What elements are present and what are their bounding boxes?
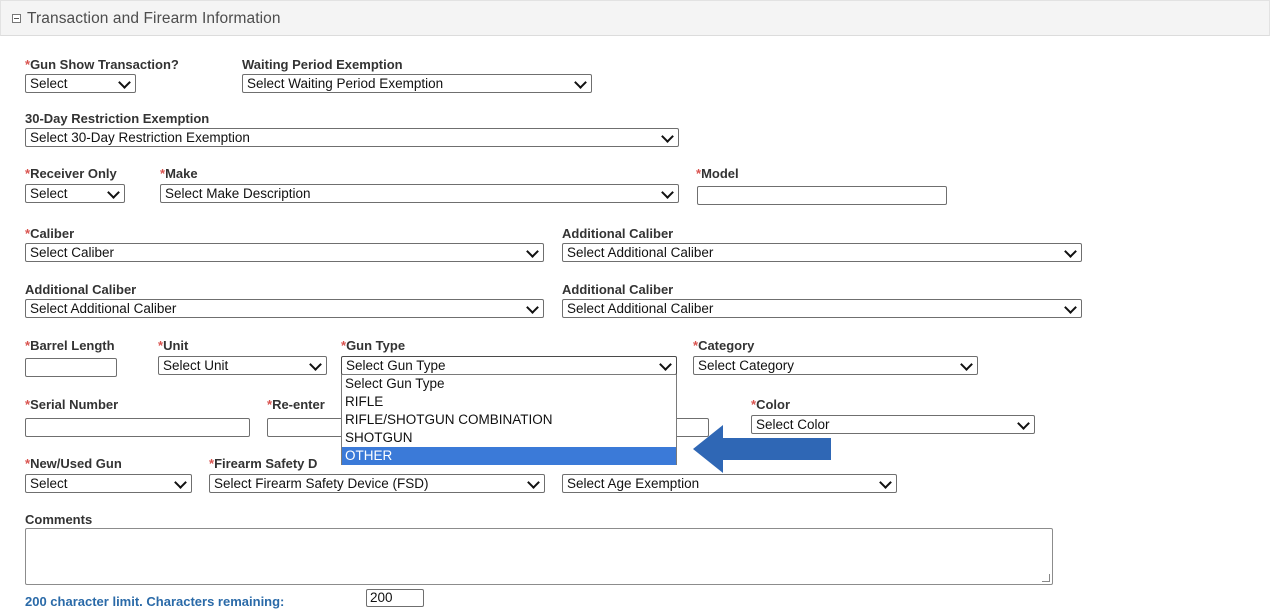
color-label: *Color: [751, 397, 791, 412]
waiting-period-select[interactable]: Select Waiting Period Exemption: [242, 74, 592, 93]
chevron-down-icon: [526, 245, 539, 258]
additional-caliber-2-select[interactable]: Select Additional Caliber: [25, 299, 544, 318]
fsd-select[interactable]: Select Firearm Safety Device (FSD): [209, 474, 545, 493]
gun-type-label: *Gun Type: [341, 338, 406, 353]
category-select[interactable]: Select Category: [693, 356, 978, 375]
chevron-down-icon: [526, 301, 539, 314]
chevron-down-icon: [661, 130, 674, 143]
model-input[interactable]: [697, 186, 947, 205]
barrel-length-input[interactable]: [25, 358, 117, 377]
resize-grip-icon[interactable]: [1042, 574, 1050, 582]
receiver-only-select[interactable]: Select: [25, 184, 125, 203]
additional-caliber-1-select[interactable]: Select Additional Caliber: [562, 243, 1082, 262]
serial-number-label: *Serial Number: [25, 397, 119, 412]
chevron-down-icon: [661, 186, 674, 199]
reenter-serial-label: *Re-enter: [267, 397, 325, 412]
gun-show-select[interactable]: Select: [25, 74, 136, 93]
arrow-left-icon: [693, 425, 831, 473]
caliber-label: *Caliber: [25, 226, 75, 241]
additional-caliber-3-select[interactable]: Select Additional Caliber: [562, 299, 1082, 318]
collapse-icon[interactable]: [12, 14, 21, 23]
chevron-down-icon: [960, 358, 973, 371]
gun-type-option[interactable]: RIFLE/SHOTGUN COMBINATION: [342, 411, 676, 429]
chevron-down-icon: [527, 476, 540, 489]
gun-show-label: *Gun Show Transaction?: [25, 57, 179, 72]
new-used-select[interactable]: Select: [25, 474, 192, 493]
unit-select[interactable]: Select Unit: [158, 356, 327, 375]
chevron-down-icon: [879, 476, 892, 489]
gun-type-option[interactable]: Select Gun Type: [342, 375, 676, 393]
restriction-30day-select[interactable]: Select 30-Day Restriction Exemption: [25, 128, 679, 147]
gun-type-select[interactable]: Select Gun Type: [341, 356, 677, 375]
gun-type-option[interactable]: SHOTGUN: [342, 429, 676, 447]
fsd-label: *Firearm Safety D: [209, 456, 318, 471]
receiver-only-label: *Receiver Only: [25, 166, 117, 181]
chevron-down-icon: [1064, 301, 1077, 314]
additional-caliber-3-label: Additional Caliber: [562, 282, 674, 297]
comments-textarea[interactable]: [25, 528, 1053, 585]
chevron-down-icon: [1064, 245, 1077, 258]
chevron-down-icon: [118, 76, 131, 89]
category-label: *Category: [693, 338, 755, 353]
chevron-down-icon: [1017, 417, 1030, 430]
comments-label: Comments: [25, 512, 93, 527]
model-label: *Model: [696, 166, 739, 181]
chevron-down-icon: [107, 186, 120, 199]
additional-caliber-2-label: Additional Caliber: [25, 282, 137, 297]
gun-type-dropdown-list: Select Gun Type RIFLE RIFLE/SHOTGUN COMB…: [341, 374, 677, 465]
restriction-30day-label: 30-Day Restriction Exemption: [25, 111, 210, 126]
chevron-down-icon: [659, 358, 672, 371]
age-exemption-select[interactable]: Select Age Exemption: [562, 474, 897, 493]
panel-title: Transaction and Firearm Information: [27, 10, 281, 27]
waiting-period-label: Waiting Period Exemption: [242, 57, 403, 72]
barrel-length-label: *Barrel Length: [25, 338, 115, 353]
chevron-down-icon: [174, 476, 187, 489]
panel-header[interactable]: Transaction and Firearm Information: [0, 0, 1270, 36]
make-label: *Make: [160, 166, 198, 181]
gun-type-option[interactable]: RIFLE: [342, 393, 676, 411]
make-select[interactable]: Select Make Description: [160, 184, 679, 203]
caliber-select[interactable]: Select Caliber: [25, 243, 544, 262]
chevron-down-icon: [309, 358, 322, 371]
characters-remaining-value: 200: [366, 589, 424, 607]
additional-caliber-1-label: Additional Caliber: [562, 226, 674, 241]
new-used-label: *New/Used Gun: [25, 456, 122, 471]
gun-type-option-highlighted[interactable]: OTHER: [342, 447, 676, 465]
unit-label: *Unit: [158, 338, 189, 353]
chevron-down-icon: [574, 76, 587, 89]
serial-number-input[interactable]: [25, 418, 250, 437]
